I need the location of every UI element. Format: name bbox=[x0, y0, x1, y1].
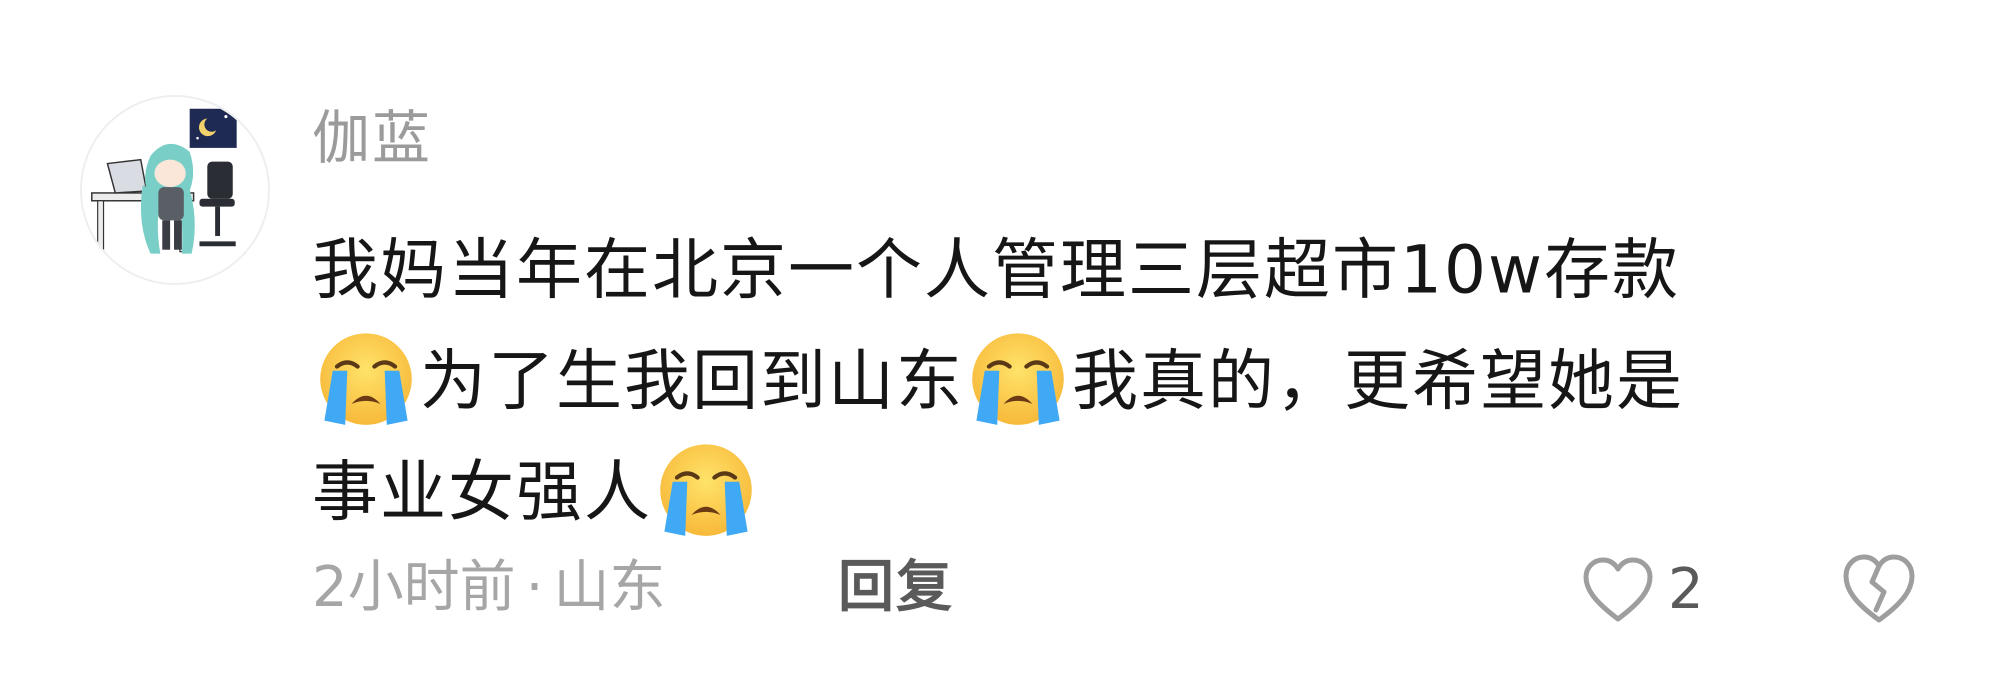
loudly-crying-face-emoji bbox=[966, 325, 1070, 429]
dislike-button[interactable] bbox=[1840, 552, 1918, 626]
username[interactable]: 伽蓝 bbox=[312, 98, 432, 178]
content-text: 事业女强人 bbox=[312, 453, 652, 531]
reply-button[interactable]: 回复 bbox=[838, 548, 954, 628]
content-line: 我妈当年在北京一个人管理三层超市10w存款 bbox=[312, 210, 1912, 321]
comment-time: 2小时前 bbox=[312, 555, 516, 620]
like-button[interactable]: 2 bbox=[1580, 550, 1704, 630]
content-text: 为了生我回到山东 bbox=[420, 342, 964, 420]
content-text: 我妈当年在北京一个人管理三层超市10w存款 bbox=[312, 231, 1680, 309]
content-text: 我真的，更希望她是 bbox=[1072, 342, 1684, 420]
comment-location: 山东 bbox=[553, 555, 666, 620]
heart-outline-icon bbox=[1583, 557, 1653, 622]
comment-content: 我妈当年在北京一个人管理三层超市10w存款 为了生我回到山东 我真的，更希望她是… bbox=[312, 210, 1912, 543]
broken-heart-icon bbox=[1843, 554, 1915, 623]
like-count: 2 bbox=[1668, 557, 1704, 622]
content-line: 为了生我回到山东 我真的，更希望她是 bbox=[312, 321, 1912, 432]
loudly-crying-face-emoji bbox=[654, 436, 758, 540]
comment-meta: 2小时前 · 山东 bbox=[312, 548, 665, 628]
comment-item: 伽蓝 我妈当年在北京一个人管理三层超市10w存款 为了生我回到山东 我真的，更希… bbox=[0, 0, 2000, 679]
user-avatar[interactable] bbox=[80, 95, 270, 285]
meta-separator: · bbox=[525, 555, 544, 620]
loudly-crying-face-emoji bbox=[314, 325, 418, 429]
content-line: 事业女强人 bbox=[312, 432, 1912, 543]
avatar-illustration bbox=[82, 97, 268, 283]
